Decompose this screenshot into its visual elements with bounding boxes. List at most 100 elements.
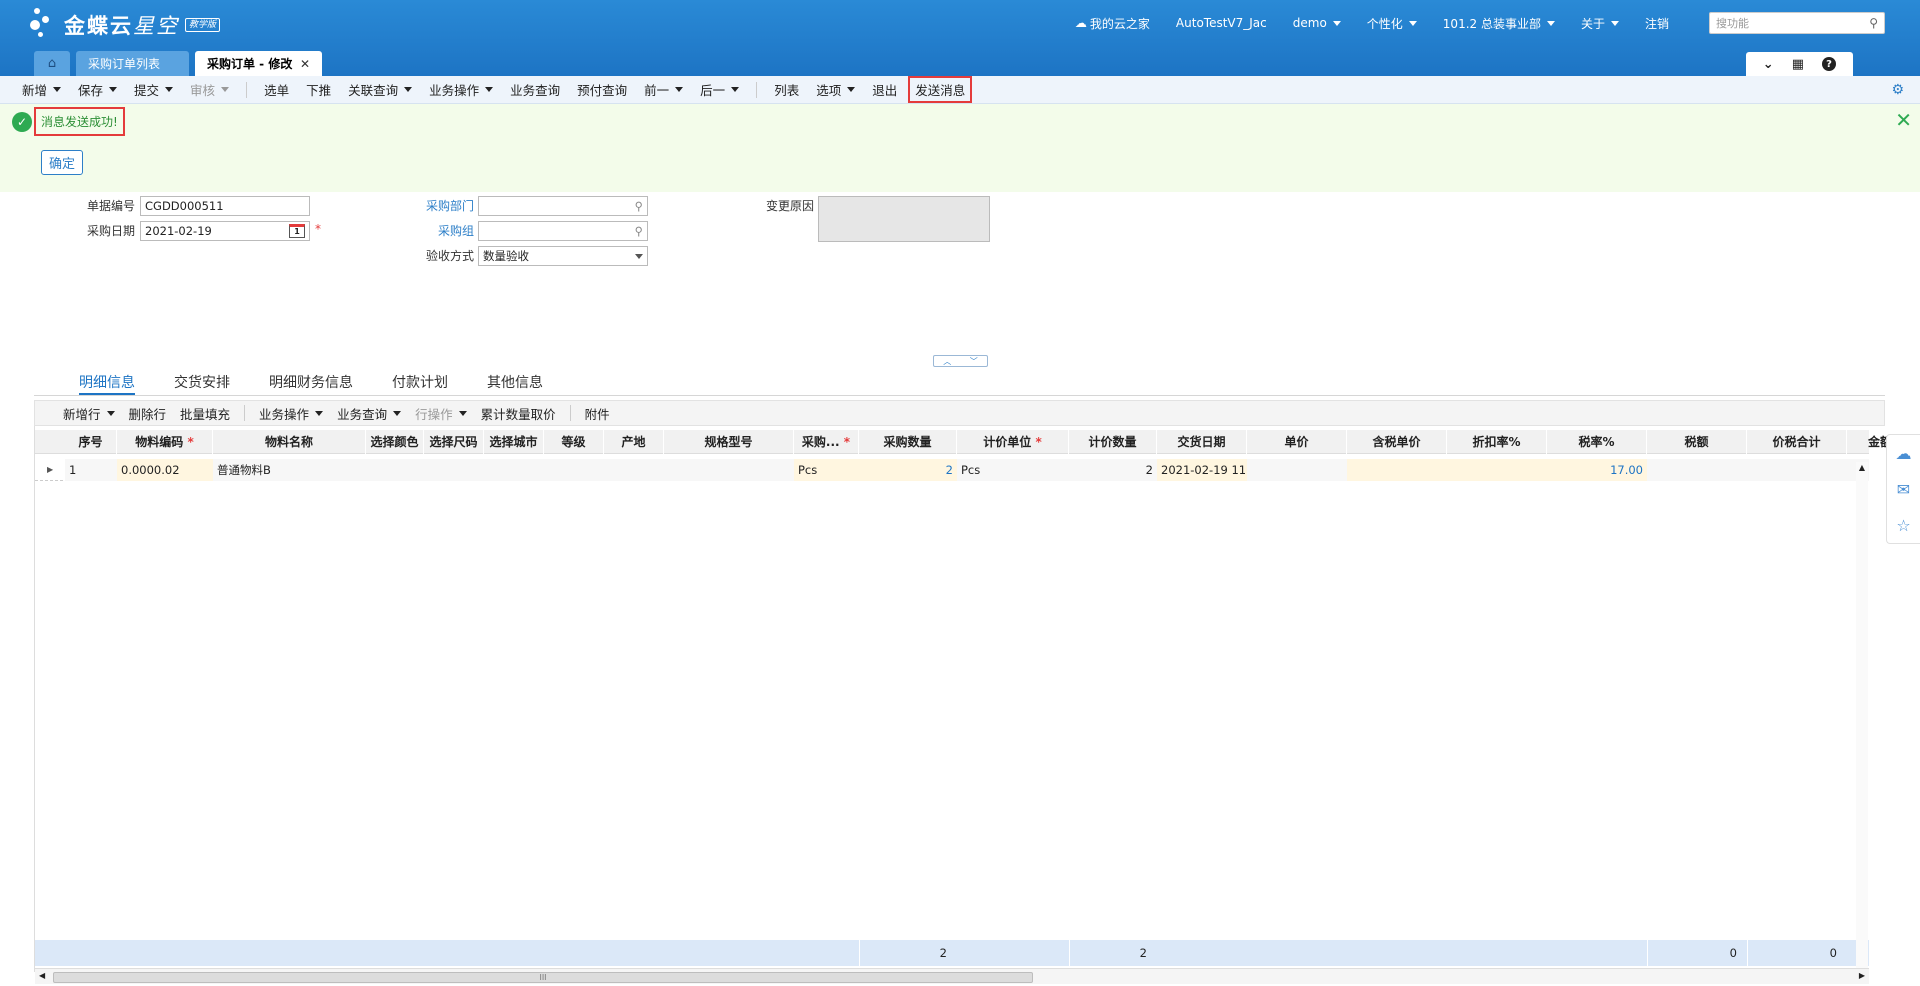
cell-unit-price[interactable] <box>1247 459 1347 481</box>
attachment-button[interactable]: 附件 <box>585 404 610 423</box>
change-reason-field[interactable] <box>818 196 990 242</box>
new-button[interactable]: 新增 <box>22 80 62 99</box>
col-tax-price[interactable]: 含税单价 <box>1347 430 1447 454</box>
cum-qty-price-button[interactable]: 累计数量取价 <box>481 404 556 423</box>
search-icon[interactable]: ⚲ <box>635 199 643 213</box>
accept-select[interactable]: 数量验收 <box>478 246 648 266</box>
col-total[interactable]: 价税合计 <box>1747 430 1847 454</box>
related-query-button[interactable]: 关联查询 <box>348 80 413 99</box>
chat-icon[interactable]: ✉ <box>1897 480 1910 499</box>
home-tab[interactable]: ⌂ <box>34 51 70 76</box>
vertical-scrollbar[interactable]: ▲ ▼ <box>1856 462 1868 976</box>
col-tax-amount[interactable]: 税额 <box>1647 430 1747 454</box>
cloud-home-link[interactable]: ☁ 我的云之家 <box>1075 15 1150 32</box>
exit-button[interactable]: 退出 <box>872 80 897 99</box>
prepay-query-button[interactable]: 预付查询 <box>577 80 627 99</box>
tab-payment-plan[interactable]: 付款计划 <box>392 372 448 395</box>
cell-middle[interactable] <box>366 459 794 481</box>
col-origin[interactable]: 产地 <box>604 430 664 454</box>
audit-button[interactable]: 审核 <box>190 80 230 99</box>
search-icon[interactable]: ⚲ <box>635 224 643 238</box>
cell-seq[interactable]: 1 <box>65 459 117 481</box>
biz-op-button[interactable]: 业务操作 <box>429 80 494 99</box>
col-seq[interactable]: 序号 <box>65 430 117 454</box>
cell-total[interactable] <box>1747 459 1847 481</box>
tab-delivery[interactable]: 交货安排 <box>174 372 230 395</box>
col-material-name[interactable]: 物料名称 <box>213 430 366 454</box>
scroll-thumb[interactable]: III <box>53 972 1033 983</box>
chevron-up-icon[interactable]: ︿ <box>943 356 951 367</box>
send-message-button[interactable]: 发送消息 <box>908 76 973 103</box>
logout-link[interactable]: 注销 <box>1645 15 1669 32</box>
collapse-double-chevron-icon[interactable]: ⌄ <box>1763 57 1774 72</box>
calendar-icon[interactable]: 1 <box>289 224 305 238</box>
col-size[interactable]: 选择尺码 <box>424 430 484 454</box>
confirm-button[interactable]: 确定 <box>41 150 84 175</box>
chevron-down-icon[interactable]: ﹀ <box>970 356 978 367</box>
save-button[interactable]: 保存 <box>78 80 118 99</box>
col-purchase-unit[interactable]: 采购... * <box>794 430 859 454</box>
cell-price-qty[interactable]: 2 <box>1069 459 1157 481</box>
col-purchase-qty[interactable]: 采购数量 <box>859 430 957 454</box>
help-icon[interactable]: ? <box>1822 57 1836 71</box>
col-city[interactable]: 选择城市 <box>484 430 544 454</box>
cell-tax-rate[interactable]: 17.00 <box>1547 459 1647 481</box>
close-icon[interactable]: ✕ <box>1895 108 1912 132</box>
tab-purchase-order-list[interactable]: 采购订单列表 <box>76 51 189 76</box>
list-button[interactable]: 列表 <box>774 80 799 99</box>
user-menu[interactable]: demo <box>1293 16 1341 30</box>
tab-other-info[interactable]: 其他信息 <box>487 372 543 395</box>
col-price-unit[interactable]: 计价单位 * <box>957 430 1069 454</box>
date-field[interactable]: 2021-02-19 1 <box>140 221 310 241</box>
scroll-up-icon[interactable]: ▲ <box>1856 462 1868 474</box>
cell-material-code[interactable]: 0.0000.02 <box>117 459 213 481</box>
cell-tax-price[interactable] <box>1347 459 1447 481</box>
group-label[interactable]: 采购组 <box>400 222 474 239</box>
cell-purchase-unit[interactable]: Pcs <box>794 459 859 481</box>
col-spec[interactable]: 规格型号 <box>664 430 794 454</box>
org-menu[interactable]: 101.2 总装事业部 <box>1443 15 1555 32</box>
col-delivery-date[interactable]: 交货日期 <box>1157 430 1247 454</box>
cell-delivery-date[interactable]: 2021-02-19 11: <box>1157 459 1247 481</box>
prev-button[interactable]: 前一 <box>644 80 684 99</box>
tab-purchase-order-edit[interactable]: 采购订单 - 修改 ✕ <box>195 51 322 76</box>
scroll-right-icon[interactable]: ▶ <box>1859 971 1865 980</box>
app-logo[interactable]: 金蝶云星空 教学版 <box>28 6 221 44</box>
row-expand-icon[interactable]: ▶ <box>43 459 57 481</box>
star-icon[interactable]: ☆ <box>1896 516 1910 535</box>
cell-price-unit[interactable]: Pcs <box>957 459 1069 481</box>
cloud-icon[interactable]: ☁ <box>1896 444 1912 463</box>
gear-icon[interactable]: ⚙ <box>1891 82 1904 98</box>
batch-fill-button[interactable]: 批量填充 <box>180 404 230 423</box>
group-field[interactable]: ⚲ <box>478 221 648 241</box>
cell-tax-amount[interactable] <box>1647 459 1747 481</box>
search-input[interactable]: 搜功能 ⚲ <box>1709 12 1885 34</box>
grid-biz-query-button[interactable]: 业务查询 <box>337 404 402 423</box>
scroll-left-icon[interactable]: ◀ <box>39 971 45 980</box>
grid-layout-icon[interactable]: ▦ <box>1792 57 1804 72</box>
col-unit-price[interactable]: 单价 <box>1247 430 1347 454</box>
about-menu[interactable]: 关于 <box>1581 15 1619 32</box>
grid-biz-op-button[interactable]: 业务操作 <box>259 404 324 423</box>
dept-label[interactable]: 采购部门 <box>400 197 474 214</box>
col-material-code[interactable]: 物料编码 * <box>117 430 213 454</box>
close-icon[interactable]: ✕ <box>300 57 310 71</box>
col-tax-rate[interactable]: 税率% <box>1547 430 1647 454</box>
col-price-qty[interactable]: 计价数量 <box>1069 430 1157 454</box>
col-color[interactable]: 选择颜色 <box>366 430 424 454</box>
cell-purchase-qty[interactable]: 2 <box>859 459 957 481</box>
cell-material-name[interactable]: 普通物料B <box>213 459 366 481</box>
search-icon[interactable]: ⚲ <box>1869 16 1878 30</box>
options-button[interactable]: 选项 <box>816 80 856 99</box>
delete-row-button[interactable]: 删除行 <box>129 404 167 423</box>
horizontal-scrollbar[interactable]: ◀ III ▶ <box>35 968 1869 984</box>
personalize-menu[interactable]: 个性化 <box>1367 15 1417 32</box>
next-button[interactable]: 后一 <box>700 80 740 99</box>
table-row[interactable]: ▶ 1 0.0000.02 普通物料B Pcs 2 Pcs 2 2021-02-… <box>35 459 1869 481</box>
submit-button[interactable]: 提交 <box>134 80 174 99</box>
row-op-button[interactable]: 行操作 <box>415 404 467 423</box>
dept-field[interactable]: ⚲ <box>478 196 648 216</box>
cell-discount[interactable] <box>1447 459 1547 481</box>
collapse-toggle[interactable]: ︿ ﹀ <box>933 355 988 367</box>
push-down-button[interactable]: 下推 <box>306 80 331 99</box>
